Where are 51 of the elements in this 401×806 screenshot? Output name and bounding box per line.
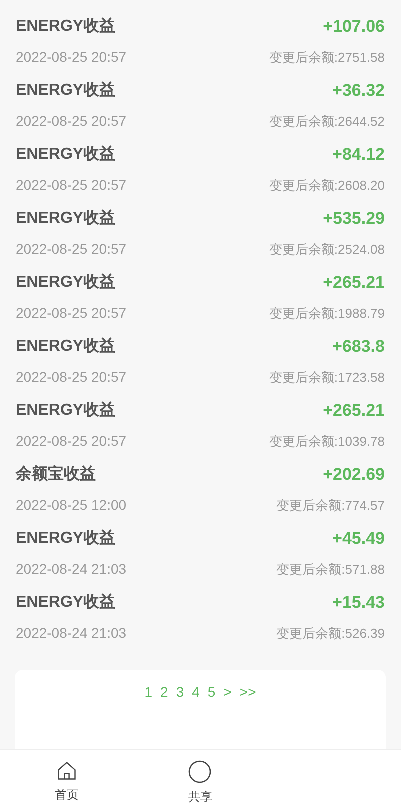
record-title: ENERGY收益 [16,400,116,421]
page-link[interactable]: 4 [192,682,200,700]
record-balance: 变更后余额:2751.58 [269,48,385,67]
record-amount: +535.29 [323,208,385,230]
record-balance: 变更后余额:1988.79 [269,304,385,323]
record-amount: +84.12 [332,144,385,166]
record-time: 2022-08-25 12:00 [16,496,127,515]
record-amount: +265.21 [323,400,385,422]
record-title: ENERGY收益 [16,592,116,613]
page-link[interactable]: 2 [160,682,168,700]
record-title: ENERGY收益 [16,336,116,357]
record-time: 2022-08-24 21:03 [16,560,127,579]
record-title: ENERGY收益 [16,208,116,229]
record-time: 2022-08-25 20:57 [16,112,127,131]
record-amount: +107.06 [323,16,385,38]
record-amount: +265.21 [323,272,385,294]
page-link[interactable]: > [224,682,232,700]
record-amount: +683.8 [332,336,385,358]
circle-icon [188,760,212,784]
record-amount: +15.43 [332,592,385,614]
record-title: ENERGY收益 [16,272,116,293]
page-link[interactable]: 3 [176,682,184,700]
page-link[interactable]: >> [240,682,256,700]
record-balance: 变更后余额:1723.58 [269,368,385,387]
page-link[interactable]: 1 [144,682,153,700]
record-time: 2022-08-25 20:57 [16,48,127,67]
record-title: 余额宝收益 [16,464,96,485]
record-time: 2022-08-25 20:57 [16,304,127,323]
record-title: ENERGY收益 [16,80,116,101]
record-amount: +45.49 [332,528,385,550]
record-amount: +36.32 [332,80,385,102]
record-balance: 变更后余额:2644.52 [269,112,385,131]
home-icon [56,760,78,782]
nav-label[interactable]: 共享 [188,788,212,806]
record-time: 2022-08-25 20:57 [16,368,127,387]
record-time: 2022-08-24 21:03 [16,624,127,643]
nav-label[interactable]: 首页 [54,786,79,804]
page-link[interactable]: 5 [208,682,216,700]
record-title: ENERGY收益 [16,144,116,165]
record-balance: 变更后余额:2608.20 [269,176,385,195]
record-time: 2022-08-25 20:57 [16,240,127,259]
record-balance: 变更后余额:571.88 [276,560,385,579]
record-title: ENERGY收益 [16,528,116,549]
record-balance: 变更后余额:2524.08 [269,240,385,259]
record-balance: 变更后余额:526.39 [276,624,385,643]
record-time: 2022-08-25 20:57 [16,432,127,451]
record-balance: 变更后余额:1039.78 [269,432,385,451]
record-time: 2022-08-25 20:57 [16,176,127,195]
record-title: ENERGY收益 [16,16,116,37]
record-balance: 变更后余额:774.57 [276,496,385,515]
record-amount: +202.69 [323,464,385,486]
